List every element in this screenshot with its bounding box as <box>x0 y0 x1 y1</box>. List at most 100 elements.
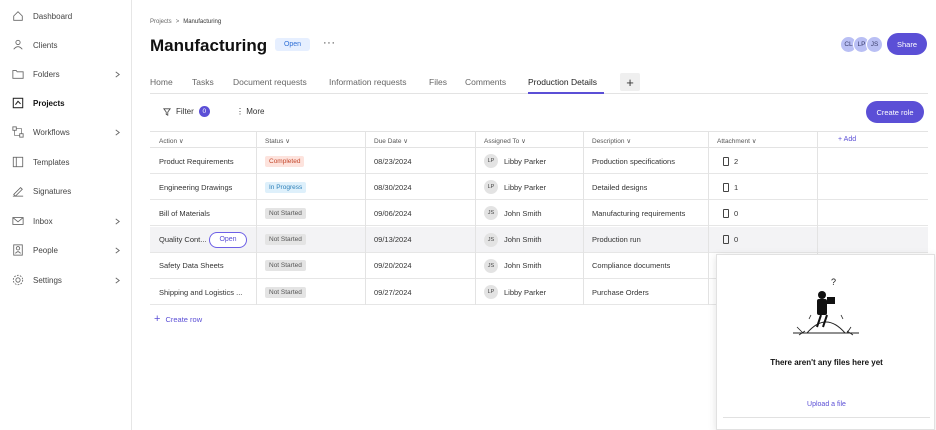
cell-assigned-to: LP Libby Parker <box>484 174 546 200</box>
chevron-down-icon: ∨ <box>749 138 757 145</box>
sidebar-item-label: Signatures <box>33 186 72 196</box>
tab-comments[interactable]: Comments <box>465 77 506 87</box>
status-badge[interactable]: Not Started <box>265 207 306 219</box>
table-row[interactable]: Bill of Materials Not Started 09/06/2024 JS… <box>150 200 928 227</box>
add-tab-button[interactable]: + <box>620 73 640 91</box>
sidebar-item-folders[interactable]: Folders <box>0 63 131 85</box>
sidebar-item-workflows[interactable]: Workflows <box>0 121 131 143</box>
table-header: + Add Action ∨ Status ∨ Due Date ∨ Assigned… <box>150 131 928 148</box>
files-panel-divider <box>723 417 930 418</box>
assignee-name: Libby Parker <box>504 287 547 297</box>
chevron-down-icon: ∨ <box>283 138 291 145</box>
sidebar-item-settings[interactable]: Settings <box>0 269 131 291</box>
column-header-assigned-to[interactable]: Assigned To ∨ <box>484 137 526 145</box>
attachment-icon <box>723 208 729 218</box>
add-column-button[interactable]: + Add <box>838 136 856 143</box>
sidebar-item-inbox[interactable]: Inbox <box>0 210 131 232</box>
column-header-label: Action <box>159 138 178 145</box>
tab-information-requests[interactable]: Information requests <box>329 77 406 87</box>
table-row[interactable]: Quality Cont... Not Started 09/13/2024 JS Jo… <box>150 226 928 253</box>
sidebar-item-label: Dashboard <box>33 11 73 21</box>
cell-status: Not Started <box>265 200 306 226</box>
open-row-button[interactable]: Open <box>209 231 247 248</box>
column-header-action[interactable]: Action ∨ <box>159 137 184 145</box>
sidebar-item-signatures[interactable]: Signatures <box>0 180 131 202</box>
create-row-button[interactable]: + Create row <box>154 313 202 325</box>
tab-production-details[interactable]: Production Details <box>528 77 597 87</box>
sidebar-item-dashboard[interactable]: Dashboard <box>0 5 131 27</box>
chevron-right-icon[interactable] <box>114 129 121 136</box>
chevron-down-icon: ∨ <box>624 138 632 145</box>
status-badge[interactable]: In Progress <box>265 181 307 193</box>
templates-icon <box>12 156 24 168</box>
cell-attachment[interactable]: 0 <box>723 227 738 253</box>
home-icon <box>13 11 23 21</box>
column-header-attachment[interactable]: Attachment ∨ <box>717 137 756 145</box>
chevron-right-icon[interactable] <box>114 247 121 254</box>
share-button[interactable]: Share <box>887 33 927 55</box>
more-options-button[interactable]: ··· <box>323 37 336 49</box>
filter-button[interactable]: Filter 0 <box>163 106 210 117</box>
filter-label: Filter <box>176 107 194 116</box>
cell-status: Not Started <box>265 279 306 305</box>
column-header-description[interactable]: Description ∨ <box>592 137 631 145</box>
cell-description: Purchase Orders <box>592 287 649 297</box>
column-header-label: Status <box>265 138 284 145</box>
svg-text:?: ? <box>831 277 836 287</box>
cell-assigned-to: JS John Smith <box>484 200 542 226</box>
create-row-label: Create row <box>165 314 203 324</box>
avatar: LP <box>484 154 498 168</box>
people-icon <box>13 244 23 256</box>
chevron-down-icon: ∨ <box>401 138 409 145</box>
chevron-right-icon[interactable] <box>114 277 121 284</box>
sidebar-item-templates[interactable]: Templates <box>0 151 131 173</box>
avatar[interactable]: JS <box>866 36 883 53</box>
sidebar-item-label: Projects <box>33 98 65 108</box>
avatar: JS <box>484 232 498 247</box>
avatar: LP <box>484 285 498 299</box>
attachment-count: 0 <box>734 235 739 245</box>
sidebar-item-clients[interactable]: Clients <box>0 34 131 56</box>
cell-description: Manufacturing requirements <box>592 208 686 218</box>
cell-due-date: 09/20/2024 <box>374 261 412 271</box>
cell-action: Engineering Drawings <box>159 182 233 192</box>
column-header-due-date[interactable]: Due Date ∨ <box>374 137 408 145</box>
cell-status: In Progress <box>265 174 307 200</box>
tab-files[interactable]: Files <box>429 77 447 87</box>
cell-attachment[interactable]: 0 <box>723 200 738 226</box>
chevron-down-icon: ∨ <box>519 138 526 145</box>
attachment-icon <box>723 235 729 245</box>
breadcrumb-parent[interactable]: Projects <box>150 19 172 25</box>
tab-home[interactable]: Home <box>150 77 173 87</box>
sidebar-item-label: Workflows <box>33 127 70 137</box>
column-header-status[interactable]: Status ∨ <box>265 137 290 145</box>
tab-tasks[interactable]: Tasks <box>192 77 214 87</box>
chevron-right-icon[interactable] <box>114 71 121 78</box>
assignee-name: Libby Parker <box>504 182 547 192</box>
chevron-right-icon[interactable] <box>114 218 121 225</box>
cell-status: Completed <box>265 148 305 174</box>
table-row[interactable]: Product Requirements Completed 08/23/2024 L… <box>150 148 928 174</box>
status-badge[interactable]: Not Started <box>265 260 306 272</box>
avatar: LP <box>484 180 498 195</box>
project-status-badge[interactable]: Open <box>275 38 310 51</box>
status-badge[interactable]: Completed <box>265 155 305 167</box>
column-divider <box>365 131 366 306</box>
upload-file-link[interactable]: Upload a file <box>717 401 936 408</box>
status-badge[interactable]: Not Started <box>265 286 306 298</box>
create-role-button[interactable]: Create role <box>866 101 924 123</box>
attachment-count: 1 <box>734 182 739 192</box>
status-badge[interactable]: Not Started <box>265 234 306 246</box>
cell-attachment[interactable]: 1 <box>723 174 738 200</box>
column-header-label: Due Date <box>374 138 402 145</box>
attachment-count: 0 <box>734 208 739 218</box>
tab-document-requests[interactable]: Document requests <box>233 77 307 87</box>
table-row[interactable]: Engineering Drawings In Progress 08/30/202… <box>150 174 928 201</box>
cell-status: Not Started <box>265 227 306 253</box>
more-menu-button[interactable]: ⋮ More <box>236 107 264 116</box>
cell-attachment[interactable]: 2 <box>723 148 738 174</box>
attachment-count: 2 <box>734 156 739 166</box>
sidebar-item-projects[interactable]: Projects <box>0 92 131 114</box>
filter-count-badge: 0 <box>198 106 210 117</box>
sidebar-item-people[interactable]: People <box>0 239 131 261</box>
